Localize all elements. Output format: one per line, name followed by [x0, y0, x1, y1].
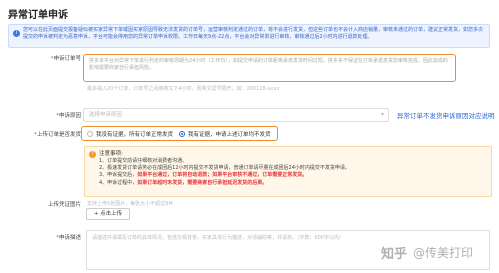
notice-box: ! 注意事项: 1、订单提交前请仔细核对消费者沟通。 2、极速发货订单请务必在成… — [84, 146, 492, 197]
radio-no-proof[interactable]: 我没有证据，所有订单正常发货 — [87, 129, 173, 138]
order-number-input[interactable]: 拼多多平台对异常下单进行判定的审核周期为24小时（工作日），如提交申请的订单距离… — [83, 54, 456, 82]
notice-item: 3、申诉提交后，如果平台通过，订单将自动退款；如果平台审核不通过，订单需要正常发… — [99, 172, 308, 179]
description-label: *申诉描述 — [56, 235, 81, 241]
info-banner-text: 您可以在此页面提交报备疑似被买家异常下单或因买家原因导致无法发货的订单号，运营审… — [23, 27, 484, 40]
watermark-account: @传美打印 — [413, 246, 474, 260]
radio-has-proof[interactable]: 我有证据，申请上述订单均不发货 — [179, 129, 271, 138]
proof-label: *上传订单是否发货 — [34, 132, 81, 138]
info-banner: i 您可以在此页面提交报备疑似被买家异常下单或因买家原因导致无法发货的订单号，运… — [8, 24, 490, 48]
order-number-placeholder: 拼多多平台对异常下单进行判定的审核周期为24小时（工作日），如提交申请的订单距离… — [89, 58, 448, 71]
reason-select[interactable]: 选择申诉原因 ▾ — [83, 108, 389, 122]
info-icon: i — [13, 30, 20, 37]
reason-explanation-link[interactable]: 异常订单不发货申诉原因对应说明 — [397, 110, 495, 120]
chevron-down-icon: ▾ — [380, 111, 384, 118]
upload-hint: 支持上传5张图片，每张大小不超过8M — [87, 201, 173, 207]
radio-selected-icon — [179, 130, 185, 137]
reason-label: *申诉原因 — [56, 113, 81, 119]
radio-circle-icon — [87, 130, 93, 137]
description-placeholder: 请描述并请填写订单的具体情况，包括交易背景，买家具体行为描述，对话辅助等，并请务… — [92, 235, 345, 241]
notice-title: 注意事项: — [99, 151, 123, 157]
notice-item: 4、申诉过程中，如果订单超时未发货，需要商家自行承担延迟发货的后果。 — [99, 179, 268, 186]
page-title: 异常订单申诉 — [8, 10, 68, 21]
zhihu-logo: 知乎 — [381, 247, 408, 262]
reason-placeholder: 选择申诉原因 — [89, 112, 123, 118]
order-number-hint: 最多输入20个订单，订单号之间用英文下4小时，而英文逗号隔开，如：200128-… — [87, 86, 280, 92]
order-number-label: *申诉订单号 — [50, 56, 81, 62]
upload-button[interactable]: + 点击上传 — [86, 208, 130, 220]
warning-icon: ! — [89, 151, 96, 158]
proof-radio-group: 我没有证据，所有订单正常发货 我有证据，申请上述订单均不发货 — [81, 126, 278, 141]
watermark: 知乎 @传美打印 — [381, 243, 473, 262]
upload-label: 上传凭证图片 — [47, 202, 81, 208]
